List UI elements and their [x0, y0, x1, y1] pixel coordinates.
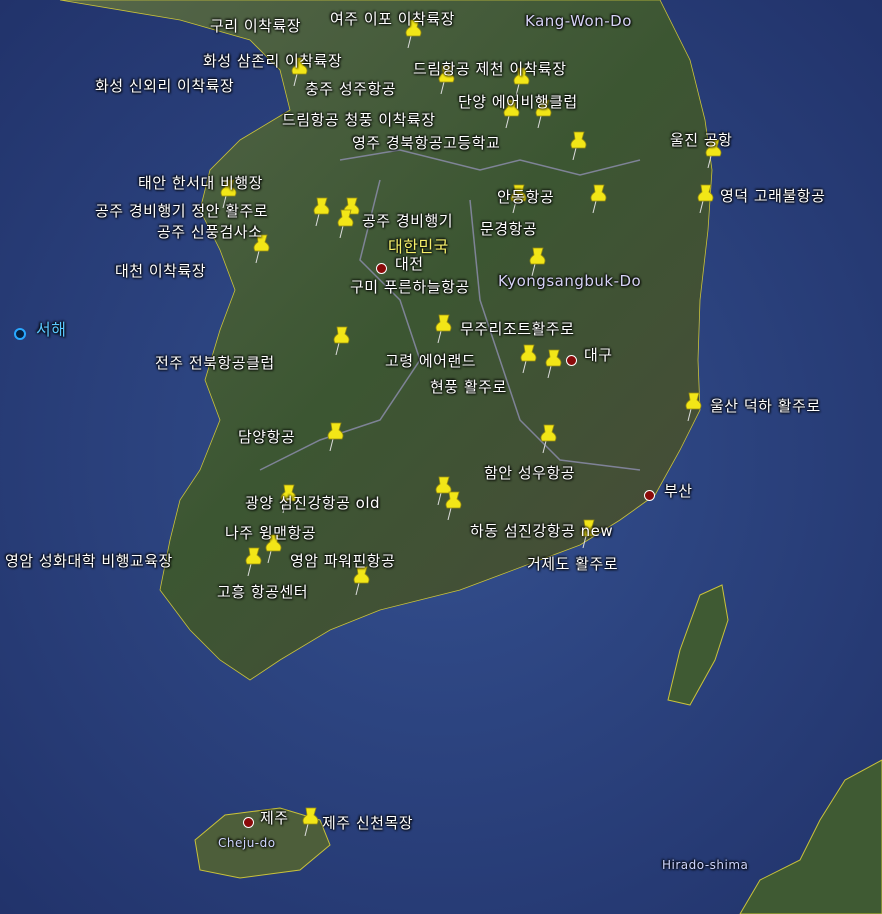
yellow-pushpin-icon[interactable] — [589, 183, 609, 214]
yellow-pushpin-icon[interactable] — [301, 806, 321, 837]
map-label-place[interactable]: 울진 공항 — [670, 129, 732, 150]
map-label-place[interactable]: 광양 섬진강항공 old — [245, 492, 380, 513]
map-label-small[interactable]: Cheju-do — [218, 836, 276, 850]
map-label-place[interactable]: 담양항공 — [238, 426, 295, 447]
map-label-place[interactable]: 공주 경비행기 정안 활주로 — [95, 200, 268, 221]
yellow-pushpin-icon[interactable] — [332, 325, 352, 356]
map-label-place[interactable]: 드림항공 제천 이착륙장 — [413, 58, 567, 79]
yellow-pushpin-icon[interactable] — [336, 208, 356, 239]
map-label-place[interactable]: 하동 섬진강항공 new — [470, 520, 613, 541]
map-label-place[interactable]: 여주 이포 이착륙장 — [330, 8, 455, 29]
yellow-pushpin-icon[interactable] — [684, 391, 704, 422]
yellow-pushpin-icon[interactable] — [444, 490, 464, 521]
map-label-place[interactable]: 안동항공 — [497, 186, 554, 207]
map-label-city[interactable]: 부산 — [664, 480, 693, 501]
map-label-place[interactable]: 드림항공 청풍 이착륙장 — [282, 109, 436, 130]
city-dot-icon[interactable] — [644, 490, 655, 501]
map-label-place[interactable]: 거제도 활주로 — [527, 553, 618, 574]
yellow-pushpin-icon[interactable] — [244, 546, 264, 577]
map-label-city[interactable]: 대전 — [395, 253, 424, 274]
map-label-place[interactable]: 구리 이착륙장 — [210, 15, 301, 36]
map-label-place[interactable]: 나주 윙맨항공 — [225, 522, 316, 543]
map-label-place[interactable]: 문경항공 — [480, 218, 537, 239]
map-label-place[interactable]: 대천 이착륙장 — [115, 260, 206, 281]
map-label-region[interactable]: Kyongsangbuk-Do — [498, 272, 641, 290]
yellow-pushpin-icon[interactable] — [544, 348, 564, 379]
map-label-place[interactable]: 제주 신천목장 — [322, 812, 413, 833]
map-label-place[interactable]: 단양 에어비행클럽 — [458, 91, 578, 112]
map-label-place[interactable]: 공주 신풍검사소 — [157, 221, 262, 242]
map-label-place[interactable]: 영암 성화대학 비행교육장 — [5, 550, 173, 571]
map-label-place[interactable]: 화성 신외리 이착륙장 — [95, 75, 234, 96]
map-label-place[interactable]: 영주 경북항공고등학교 — [352, 132, 500, 153]
map-label-place[interactable]: 태안 한서대 비행장 — [138, 172, 263, 193]
yellow-pushpin-icon[interactable] — [569, 130, 589, 161]
map-label-place[interactable]: 구미 푸른하늘항공 — [350, 276, 470, 297]
map-label-place[interactable]: 고령 에어랜드 — [385, 350, 476, 371]
city-dot-icon[interactable] — [376, 263, 387, 274]
map-label-place[interactable]: 현풍 활주로 — [430, 376, 507, 397]
map-label-place[interactable]: 무주리조트활주로 — [460, 318, 574, 339]
city-dot-icon[interactable] — [243, 817, 254, 828]
map-label-region[interactable]: Kang-Won-Do — [525, 12, 632, 30]
map-label-place[interactable]: 울산 덕하 활주로 — [710, 395, 821, 416]
yellow-pushpin-icon[interactable] — [312, 196, 332, 227]
map-label-city[interactable]: 대구 — [584, 344, 613, 365]
map-label-place[interactable]: 화성 삼존리 이착륙장 — [203, 50, 342, 71]
map-label-place[interactable]: 공주 경비행기 — [362, 210, 453, 231]
map-label-place[interactable]: 충주 성주항공 — [305, 78, 396, 99]
yellow-pushpin-icon[interactable] — [696, 183, 716, 214]
map-label-place[interactable]: 고흥 항공센터 — [217, 581, 308, 602]
yellow-pushpin-icon[interactable] — [434, 313, 454, 344]
yellow-pushpin-icon[interactable] — [326, 421, 346, 452]
map-label-small[interactable]: Hirado-shima — [662, 858, 748, 872]
map-label-city[interactable]: 제주 — [260, 807, 289, 828]
map-label-place[interactable]: 영덕 고래불항공 — [720, 185, 825, 206]
map-label-place[interactable]: 영암 파워핀항공 — [290, 550, 395, 571]
yellow-pushpin-icon[interactable] — [519, 343, 539, 374]
yellow-pushpin-icon[interactable] — [539, 423, 559, 454]
city-dot-icon[interactable] — [566, 355, 577, 366]
map-label-place[interactable]: 전주 전북항공클럽 — [155, 352, 275, 373]
sea-marker-icon — [14, 328, 26, 340]
map-label-place[interactable]: 함안 성우항공 — [484, 462, 575, 483]
map-label-sea[interactable]: 서해 — [36, 316, 66, 340]
